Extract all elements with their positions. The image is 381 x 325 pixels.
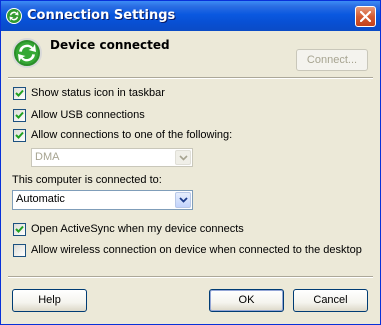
checkmark-icon bbox=[15, 131, 24, 139]
checkmark-icon bbox=[15, 89, 24, 97]
connection-status-label: Device connected bbox=[50, 38, 170, 52]
allow-wireless-checkbox[interactable] bbox=[13, 244, 26, 257]
checkmark-icon bbox=[15, 225, 24, 233]
close-icon bbox=[360, 11, 371, 22]
allow-wireless-label[interactable]: Allow wireless connection on device when… bbox=[31, 244, 362, 256]
computer-connected-label: This computer is connected to: bbox=[12, 174, 162, 186]
title-bar[interactable]: Connection Settings bbox=[1, 1, 380, 31]
chevron-down-icon bbox=[179, 197, 188, 203]
activesync-icon bbox=[6, 8, 22, 24]
allow-connections-label[interactable]: Allow connections to one of the followin… bbox=[31, 129, 232, 141]
cancel-button[interactable]: Cancel bbox=[293, 289, 368, 312]
separator bbox=[8, 276, 373, 278]
port-select-dropdown-button[interactable] bbox=[175, 150, 191, 165]
show-status-icon-checkbox[interactable] bbox=[13, 87, 26, 100]
allow-usb-checkbox[interactable] bbox=[13, 109, 26, 122]
show-status-icon-label[interactable]: Show status icon in taskbar bbox=[31, 87, 165, 99]
computer-connected-select[interactable]: Automatic bbox=[12, 190, 193, 210]
ok-button[interactable]: OK bbox=[209, 289, 284, 312]
open-activesync-checkbox[interactable] bbox=[13, 223, 26, 236]
open-activesync-label[interactable]: Open ActiveSync when my device connects bbox=[31, 223, 244, 235]
allow-usb-label[interactable]: Allow USB connections bbox=[31, 109, 145, 121]
window-title: Connection Settings bbox=[27, 8, 176, 23]
separator bbox=[8, 77, 373, 79]
computer-connected-value: Automatic bbox=[16, 193, 65, 205]
connection-settings-dialog: Connection Settings Device connected Con… bbox=[0, 0, 381, 325]
checkmark-icon bbox=[15, 111, 24, 119]
close-button[interactable] bbox=[355, 6, 376, 27]
chevron-down-icon bbox=[179, 155, 188, 161]
allow-connections-checkbox[interactable] bbox=[13, 129, 26, 142]
computer-connected-dropdown-button[interactable] bbox=[175, 192, 191, 208]
port-select-value: DMA bbox=[35, 151, 60, 163]
help-button[interactable]: Help bbox=[12, 289, 87, 312]
port-select[interactable]: DMA bbox=[31, 148, 193, 167]
connect-button[interactable]: Connect... bbox=[296, 49, 368, 71]
sync-status-icon bbox=[12, 38, 42, 68]
